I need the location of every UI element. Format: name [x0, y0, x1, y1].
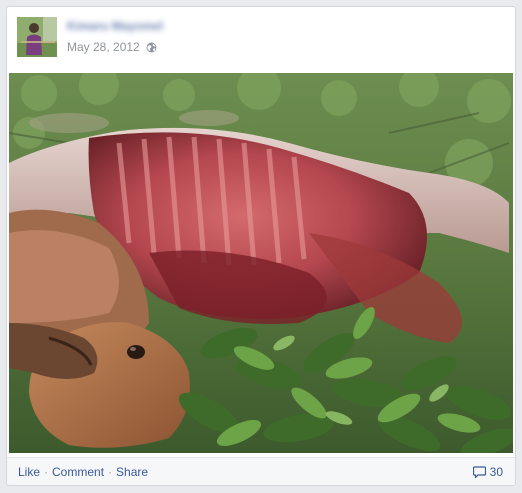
comment-count-link[interactable]: 30: [472, 465, 503, 479]
profile-avatar[interactable]: [17, 17, 57, 57]
post-actions: Like · Comment · Share: [18, 465, 148, 479]
action-separator: ·: [44, 465, 49, 479]
post-meta: May 28, 2012: [67, 40, 157, 54]
author-name[interactable]: Kimaru Mayomel: [67, 19, 163, 33]
post-date[interactable]: May 28, 2012: [67, 40, 140, 54]
post-photo[interactable]: [9, 73, 513, 453]
comment-count: 30: [489, 465, 503, 479]
like-button[interactable]: Like: [18, 465, 40, 479]
post-footer: Like · Comment · Share 30: [7, 457, 515, 485]
share-button[interactable]: Share: [116, 465, 148, 479]
post-header: Kimaru Mayomel May 28, 2012: [7, 7, 515, 73]
globe-icon[interactable]: [146, 42, 157, 53]
action-separator: ·: [108, 465, 113, 479]
speech-bubble-icon: [472, 466, 486, 478]
post-card: Kimaru Mayomel May 28, 2012 Like · Comme…: [6, 6, 516, 486]
comment-button[interactable]: Comment: [52, 465, 104, 479]
